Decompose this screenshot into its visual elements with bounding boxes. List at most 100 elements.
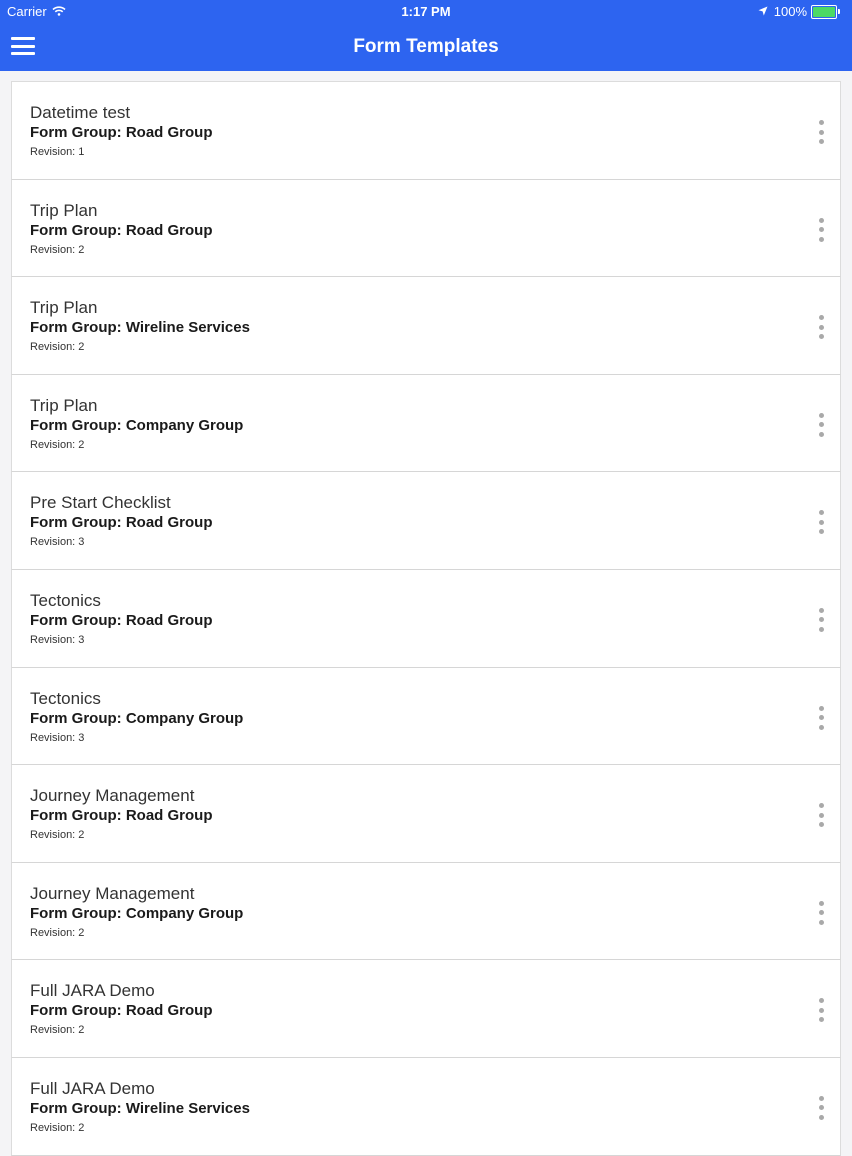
template-list-item[interactable]: Journey Management Form Group: Road Group… xyxy=(11,765,841,863)
template-list-item[interactable]: Trip Plan Form Group: Road Group Revision:… xyxy=(11,179,841,278)
more-options-icon[interactable] xyxy=(816,510,826,535)
template-form-group: Form Group: Wireline Services xyxy=(30,1099,250,1117)
more-dot xyxy=(818,617,824,623)
template-form-group: Form Group: Road Group xyxy=(30,807,213,825)
more-dot xyxy=(818,139,824,144)
more-dot xyxy=(818,910,824,916)
more-dot xyxy=(818,715,824,721)
status-right: 100% xyxy=(758,4,840,19)
template-form-group: Form Group: Company Group xyxy=(30,904,244,922)
more-dot xyxy=(818,1017,824,1023)
more-options-icon[interactable] xyxy=(816,998,826,1023)
template-revision: Revision: 3 xyxy=(30,633,85,646)
template-list-item[interactable]: Datetime test Form Group: Road Group Revis… xyxy=(11,82,841,180)
battery-percent: 100% xyxy=(773,4,807,19)
template-list-item[interactable]: Tectonics Form Group: Road Group Revision:… xyxy=(11,569,841,668)
more-dot xyxy=(818,1114,824,1120)
more-dot xyxy=(818,607,824,613)
more-dot xyxy=(818,1095,824,1101)
template-list-item[interactable]: Tectonics Form Group: Company Group Revisi… xyxy=(11,667,841,766)
template-title: Full JARA Demo xyxy=(30,981,155,1001)
template-list-item[interactable]: Trip Plan Form Group: Company Group Revisi… xyxy=(11,374,841,473)
more-dot xyxy=(818,998,824,1004)
template-revision: Revision: 2 xyxy=(30,438,85,451)
template-revision: Revision: 3 xyxy=(30,536,85,549)
more-dot xyxy=(818,120,824,125)
more-options-icon[interactable] xyxy=(816,315,826,340)
template-form-group: Form Group: Company Group xyxy=(30,709,244,727)
more-dot xyxy=(818,812,824,818)
more-dot xyxy=(818,1007,824,1013)
more-dot xyxy=(818,1105,824,1111)
template-list: Datetime test Form Group: Road Group Revis… xyxy=(11,81,841,1156)
more-dot xyxy=(818,510,824,516)
status-time: 1:17 PM xyxy=(401,4,451,19)
battery-icon xyxy=(811,4,837,19)
more-options-icon[interactable] xyxy=(816,900,826,925)
template-form-group: Form Group: Road Group xyxy=(30,1002,213,1020)
more-options-icon[interactable] xyxy=(816,412,826,437)
template-list-item[interactable]: Full JARA Demo Form Group: Wireline Servi… xyxy=(11,1057,841,1156)
nav-bar: Form Templates xyxy=(0,22,852,71)
status-bar: Carrier 1:17 PM 100% xyxy=(0,0,852,22)
template-revision: Revision: 1 xyxy=(30,146,85,158)
more-options-icon[interactable] xyxy=(816,705,826,730)
more-dot xyxy=(818,227,824,233)
template-revision: Revision: 2 xyxy=(30,243,85,256)
more-dot xyxy=(818,236,824,242)
more-options-icon[interactable] xyxy=(816,1095,826,1120)
template-list-item[interactable]: Full JARA Demo Form Group: Road Group Revi… xyxy=(11,960,841,1058)
template-revision: Revision: 2 xyxy=(30,341,85,354)
template-list-item[interactable]: Journey Management Form Group: Company Gr… xyxy=(11,862,841,961)
more-dot xyxy=(818,334,824,340)
template-title: Tectonics xyxy=(30,590,101,610)
template-form-group: Form Group: Road Group xyxy=(30,124,213,141)
template-title: Datetime test xyxy=(30,103,131,122)
more-dot xyxy=(818,919,824,925)
template-revision: Revision: 3 xyxy=(30,731,85,744)
template-title: Journey Management xyxy=(30,786,195,806)
template-list-item[interactable]: Trip Plan Form Group: Wireline Services Re… xyxy=(11,277,841,375)
template-title: Tectonics xyxy=(30,688,101,708)
more-dot xyxy=(818,412,824,418)
more-dot xyxy=(818,129,824,135)
more-dot xyxy=(818,705,824,711)
template-form-group: Form Group: Company Group xyxy=(30,416,244,434)
more-dot xyxy=(818,315,824,321)
more-dot xyxy=(818,217,824,223)
template-title: Pre Start Checklist xyxy=(30,493,171,513)
more-options-icon[interactable] xyxy=(816,217,826,242)
location-arrow-icon xyxy=(758,4,768,19)
template-title: Trip Plan xyxy=(30,298,98,318)
template-revision: Revision: 2 xyxy=(30,926,85,939)
more-dot xyxy=(818,431,824,437)
template-form-group: Form Group: Wireline Services xyxy=(30,319,250,337)
page-title: Form Templates xyxy=(353,36,499,57)
more-dot xyxy=(818,529,824,535)
app-header: Carrier 1:17 PM 100% Form Templates xyxy=(0,0,852,71)
more-dot xyxy=(818,900,824,906)
more-options-icon[interactable] xyxy=(816,803,826,828)
template-revision: Revision: 2 xyxy=(30,1024,85,1037)
more-dot xyxy=(818,519,824,525)
more-dot xyxy=(818,822,824,828)
template-revision: Revision: 2 xyxy=(30,829,85,842)
more-dot xyxy=(818,324,824,330)
more-dot xyxy=(818,724,824,730)
template-list-item[interactable]: Pre Start Checklist Form Group: Road Grou… xyxy=(11,472,841,570)
template-title: Journey Management xyxy=(30,883,195,903)
template-form-group: Form Group: Road Group xyxy=(30,514,213,532)
template-title: Trip Plan xyxy=(30,395,98,415)
template-title: Full JARA Demo xyxy=(30,1078,155,1098)
template-form-group: Form Group: Road Group xyxy=(30,611,213,629)
more-dot xyxy=(818,803,824,809)
template-revision: Revision: 2 xyxy=(30,1121,85,1134)
template-form-group: Form Group: Road Group xyxy=(30,221,213,239)
more-dot xyxy=(818,626,824,632)
template-title: Trip Plan xyxy=(30,200,98,220)
more-options-icon[interactable] xyxy=(816,120,826,144)
more-options-icon[interactable] xyxy=(816,607,826,632)
battery-tip xyxy=(838,9,840,14)
more-dot xyxy=(818,422,824,428)
battery-level-fill xyxy=(813,6,835,17)
